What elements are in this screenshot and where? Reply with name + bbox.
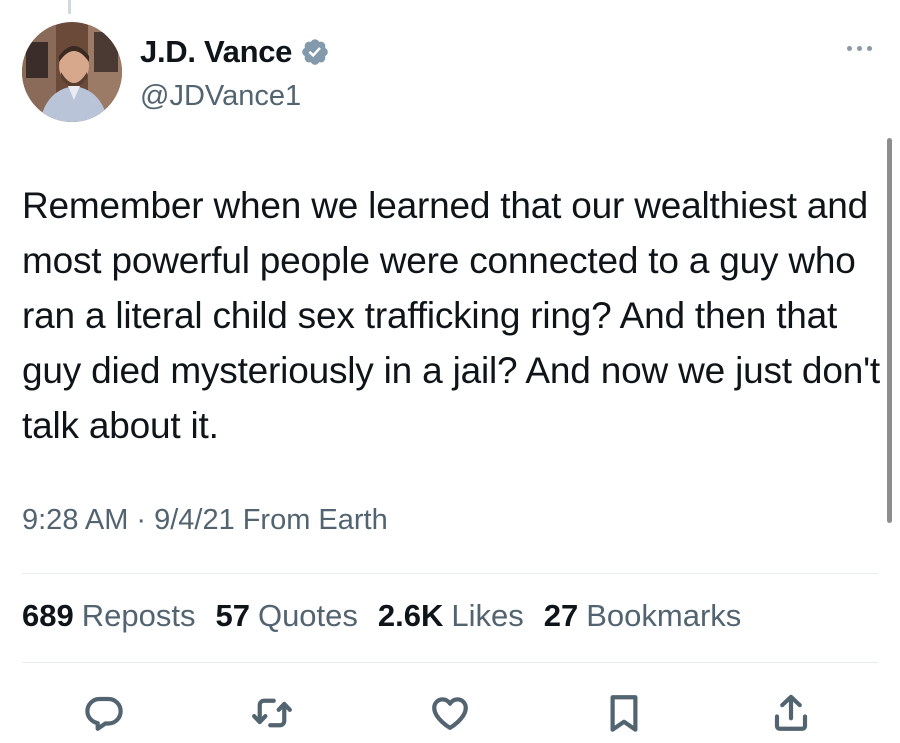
- stat-bookmarks[interactable]: 27 Bookmarks: [544, 598, 742, 634]
- more-dot: [867, 46, 872, 51]
- verified-badge-icon[interactable]: [300, 37, 330, 67]
- stat-quotes[interactable]: 57 Quotes: [215, 598, 357, 634]
- share-button[interactable]: [766, 688, 816, 738]
- stat-value: 57: [215, 598, 250, 633]
- divider: [22, 662, 878, 663]
- bookmark-button[interactable]: [599, 688, 649, 738]
- stat-label: Quotes: [257, 598, 358, 633]
- divider: [22, 573, 878, 574]
- stat-label: Reposts: [81, 598, 196, 633]
- thread-connector-line: [68, 0, 71, 14]
- stat-reposts[interactable]: 689 Reposts: [22, 598, 195, 634]
- tweet-source: From Earth: [242, 504, 388, 536]
- avatar-photo: [22, 22, 122, 122]
- separator-dot: ·: [136, 504, 147, 536]
- tweet-time[interactable]: 9:28 AM: [22, 504, 128, 537]
- author-name[interactable]: J.D. Vance: [140, 34, 292, 70]
- tweet-text: Remember when we learned that our wealth…: [22, 185, 881, 446]
- share-icon: [774, 694, 808, 731]
- author-handle[interactable]: @JDVance1: [140, 80, 301, 113]
- repost-icon: [252, 698, 292, 728]
- tweet-date[interactable]: 9/4/21: [154, 504, 235, 537]
- bookmark-icon: [610, 695, 638, 732]
- more-dot: [847, 46, 852, 51]
- stat-label: Likes: [451, 598, 524, 633]
- avatar[interactable]: [22, 22, 122, 122]
- action-bar: [0, 688, 900, 738]
- author-name-row[interactable]: J.D. Vance: [140, 34, 330, 70]
- stat-likes[interactable]: 2.6K Likes: [378, 598, 524, 634]
- reply-icon: [85, 696, 123, 731]
- heart-icon: [432, 697, 468, 730]
- more-dot: [857, 46, 862, 51]
- stat-label: Bookmarks: [586, 598, 742, 633]
- stat-value: 27: [543, 598, 579, 633]
- more-options-icon[interactable]: [847, 46, 872, 51]
- tweet-metadata: 9:28 AM · 9/4/21 From Earth: [22, 504, 388, 537]
- stat-value: 2.6K: [377, 598, 444, 633]
- repost-button[interactable]: [247, 688, 297, 738]
- reply-button[interactable]: [79, 688, 129, 738]
- scrollbar[interactable]: [887, 138, 892, 523]
- stat-value: 689: [22, 598, 74, 633]
- like-button[interactable]: [425, 688, 475, 738]
- engagement-stats: 689 Reposts 57 Quotes 2.6K Likes 27 Book…: [22, 598, 761, 634]
